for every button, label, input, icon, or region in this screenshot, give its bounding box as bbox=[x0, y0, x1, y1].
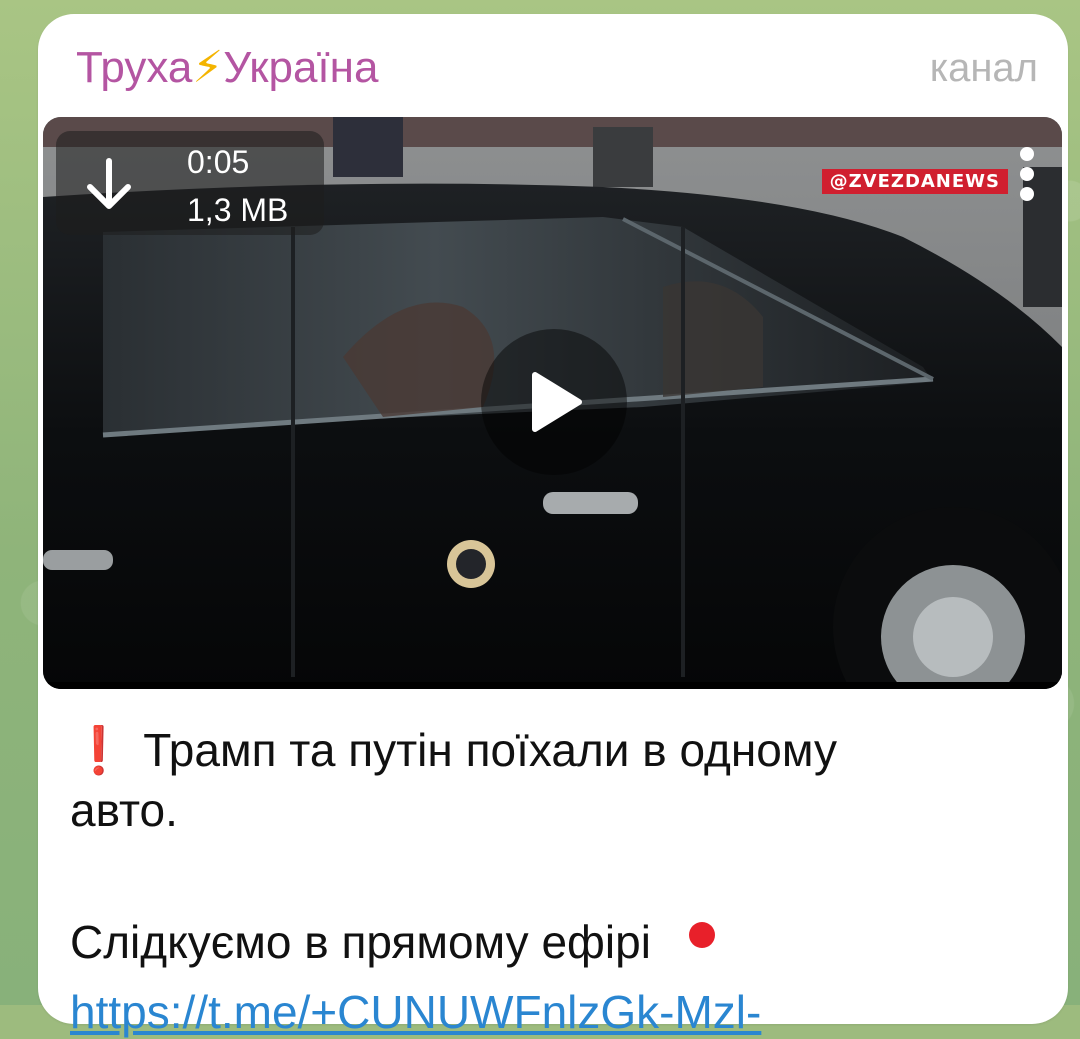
video-preview[interactable]: 0:05 1,3 MB @ZVEZDANEWS bbox=[43, 117, 1062, 689]
exclamation-icon: ❗ bbox=[70, 724, 128, 776]
channel-type-label: канал bbox=[929, 46, 1038, 90]
message-line-1: ❗ Трамп та путін поїхали в одному bbox=[70, 720, 1030, 780]
message-line-2: авто. bbox=[70, 784, 178, 836]
download-arrow-icon[interactable] bbox=[84, 157, 134, 213]
video-file-size: 1,3 MB bbox=[187, 192, 289, 228]
video-duration: 0:05 bbox=[187, 144, 250, 180]
message-text: ❗ Трамп та путін поїхали в одному авто. С… bbox=[70, 720, 1030, 972]
channel-name-part2: Україна bbox=[223, 43, 379, 92]
channel-name-part1: Труха bbox=[76, 43, 193, 92]
video-info-pill[interactable]: 0:05 1,3 MB bbox=[56, 131, 324, 235]
red-circle-icon bbox=[688, 922, 715, 948]
headline-text: Трамп та путін поїхали в одному bbox=[143, 724, 837, 776]
more-vertical-icon[interactable] bbox=[1018, 147, 1036, 207]
invite-link[interactable]: https://t.me/+CUNUWFnlzGk-Mzl- bbox=[70, 985, 761, 1039]
message-line-3: Слідкуємо в прямому ефірі bbox=[70, 912, 1030, 972]
zvezda-watermark: @ZVEZDANEWS bbox=[821, 169, 1008, 194]
play-icon bbox=[532, 372, 582, 432]
channel-name[interactable]: Труха⚡Україна bbox=[76, 40, 378, 96]
live-text: Слідкуємо в прямому ефірі bbox=[70, 916, 651, 968]
play-button[interactable] bbox=[481, 329, 627, 475]
lightning-icon: ⚡ bbox=[192, 43, 224, 92]
